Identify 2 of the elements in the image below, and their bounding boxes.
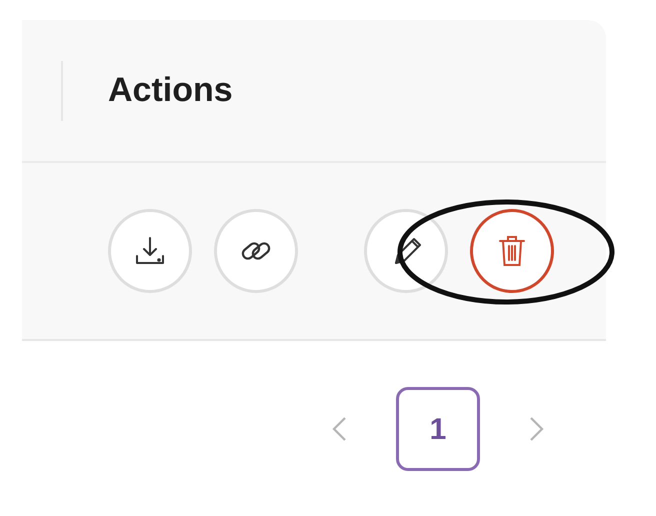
column-header: Actions xyxy=(108,70,233,111)
page-button[interactable]: 1 xyxy=(396,387,480,471)
